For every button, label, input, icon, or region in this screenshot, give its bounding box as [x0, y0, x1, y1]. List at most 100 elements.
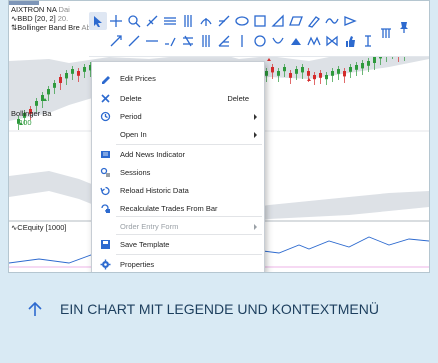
gann-icon[interactable]	[215, 32, 233, 50]
bowtie-icon[interactable]	[323, 32, 341, 50]
candle-body	[35, 101, 38, 106]
menu-item-open-in[interactable]: Open In	[92, 126, 264, 144]
regression-icon[interactable]	[179, 32, 197, 50]
chart-window-screenshot: AIXTRON NA Dai ∿BBD [20, 2] 20. ⇅Bolling…	[8, 0, 430, 273]
candle-body	[295, 69, 298, 74]
measure-icon[interactable]	[143, 12, 161, 30]
circle-icon[interactable]	[251, 32, 269, 50]
candle-body	[77, 71, 80, 76]
menu-item-sessions[interactable]: Sessions	[92, 164, 264, 182]
candle-body	[59, 77, 62, 83]
horizontal-lines-icon[interactable]	[161, 12, 179, 30]
equity-label: CEquity	[17, 223, 44, 232]
candle-body	[47, 89, 50, 95]
peak-icon[interactable]	[287, 32, 305, 50]
candle-body	[361, 63, 364, 69]
menu-item-save-template[interactable]: Save Template	[92, 236, 264, 254]
legend-bb-name: Bollinger Band Bre	[17, 23, 80, 32]
vertical-line-icon[interactable]	[233, 32, 251, 50]
wave-icon[interactable]	[323, 12, 341, 30]
arc-icon[interactable]	[269, 32, 287, 50]
menu-item-edit-prices[interactable]: Edit Prices	[92, 70, 264, 88]
pointer-arrow-icon[interactable]	[89, 12, 107, 30]
menu-item-delete[interactable]: Delete Delete	[92, 90, 264, 108]
menu-item-order-entry-form: Order Entry Form	[92, 218, 264, 236]
reload-icon	[100, 185, 111, 196]
bb-breakout-legend[interactable]: ⇅Bollinger Band Bre Ab	[11, 23, 91, 32]
caption-text: EIN CHART MIT LEGENDE UND KONTEXTMENÜ	[60, 301, 379, 317]
menu-separator	[116, 254, 262, 255]
candle-body	[301, 67, 304, 73]
grid-icon[interactable]	[197, 32, 215, 50]
pitchfork-icon[interactable]	[377, 24, 395, 42]
menu-item-period[interactable]: Period	[92, 108, 264, 126]
drawing-toolbar	[89, 12, 429, 57]
menu-item-label: Add News Indicator	[120, 150, 186, 159]
zigzag-icon[interactable]	[305, 32, 323, 50]
menu-item-label: Reload Historic Data	[120, 186, 189, 195]
main-series-legend[interactable]: AIXTRON NA Dai	[11, 5, 70, 14]
vertical-lines-icon[interactable]	[179, 12, 197, 30]
rectangle-icon[interactable]	[251, 12, 269, 30]
menu-item-label: Sessions	[120, 168, 151, 177]
brush-icon[interactable]	[305, 12, 323, 30]
submenu-arrow-icon	[254, 132, 257, 138]
submenu-arrow-icon	[254, 224, 257, 230]
candle-body	[271, 67, 274, 73]
candle-body	[319, 73, 322, 78]
trendline-icon[interactable]	[143, 32, 161, 50]
indicator-value: 100	[19, 118, 32, 127]
menu-item-add-news-indicator[interactable]: Add News Indicator	[92, 146, 264, 164]
legend-main-suffix: Dai	[58, 5, 70, 14]
candle-body	[349, 67, 352, 72]
news-icon	[100, 149, 111, 160]
menu-item-label: Order Entry Form	[120, 222, 179, 231]
thumbs-up-icon[interactable]	[341, 32, 359, 50]
parallelogram-icon[interactable]	[287, 12, 305, 30]
candle-body	[313, 75, 316, 80]
menu-item-label: Edit Prices	[120, 74, 156, 83]
menu-item-recalculate-trades-from-bar[interactable]: Recalculate Trades From Bar	[92, 200, 264, 218]
legend-bb-params: [20, 2]	[34, 14, 56, 23]
candle-body	[331, 71, 334, 76]
crosshair-icon[interactable]	[107, 12, 125, 30]
sessions-icon	[100, 167, 111, 178]
arrow-up-icon	[28, 301, 42, 316]
menu-separator	[116, 144, 262, 145]
angle-icon[interactable]	[161, 32, 179, 50]
menu-item-properties[interactable]: Properties	[92, 256, 264, 272]
indicator-label: Bollinger Ba	[11, 109, 52, 118]
zoom-icon[interactable]	[125, 12, 143, 30]
fibonacci-icon[interactable]	[215, 12, 233, 30]
candle-body	[83, 67, 86, 72]
menu-item-label: Save Template	[120, 240, 170, 249]
ray-icon[interactable]	[107, 32, 125, 50]
submenu-arrow-icon	[254, 114, 257, 120]
close-icon	[100, 93, 111, 104]
menu-item-label: Delete	[120, 94, 142, 103]
price-marker-icon[interactable]	[359, 32, 377, 50]
triangle-icon[interactable]	[269, 12, 287, 30]
bb-legend-line[interactable]: ∿BBD [20, 2] 20.	[11, 14, 68, 23]
candle-body	[41, 95, 44, 101]
candle-body	[65, 73, 68, 79]
legend-bb-value: 20.	[57, 14, 69, 23]
candle-body	[343, 71, 346, 77]
indicator-label-box: Bollinger Ba	[11, 109, 51, 118]
candle-body	[289, 73, 292, 78]
menu-item-reload-historic-data[interactable]: Reload Historic Data	[92, 182, 264, 200]
candle-body	[283, 67, 286, 72]
legend-bb-label: BBD	[17, 14, 33, 23]
candle-body	[53, 83, 56, 88]
arrow-shape-icon[interactable]	[341, 12, 359, 30]
candle-body	[325, 75, 328, 80]
pin-icon[interactable]	[395, 18, 413, 36]
menu-item-label: Period	[120, 112, 142, 121]
ellipse-icon[interactable]	[233, 12, 251, 30]
line-icon[interactable]	[125, 32, 143, 50]
recalculate-icon	[100, 203, 111, 214]
candle-body	[71, 69, 74, 74]
candle-body	[265, 71, 268, 76]
channel-icon[interactable]	[197, 12, 215, 30]
equity-legend[interactable]: ∿CEquity [1000]	[11, 223, 67, 232]
